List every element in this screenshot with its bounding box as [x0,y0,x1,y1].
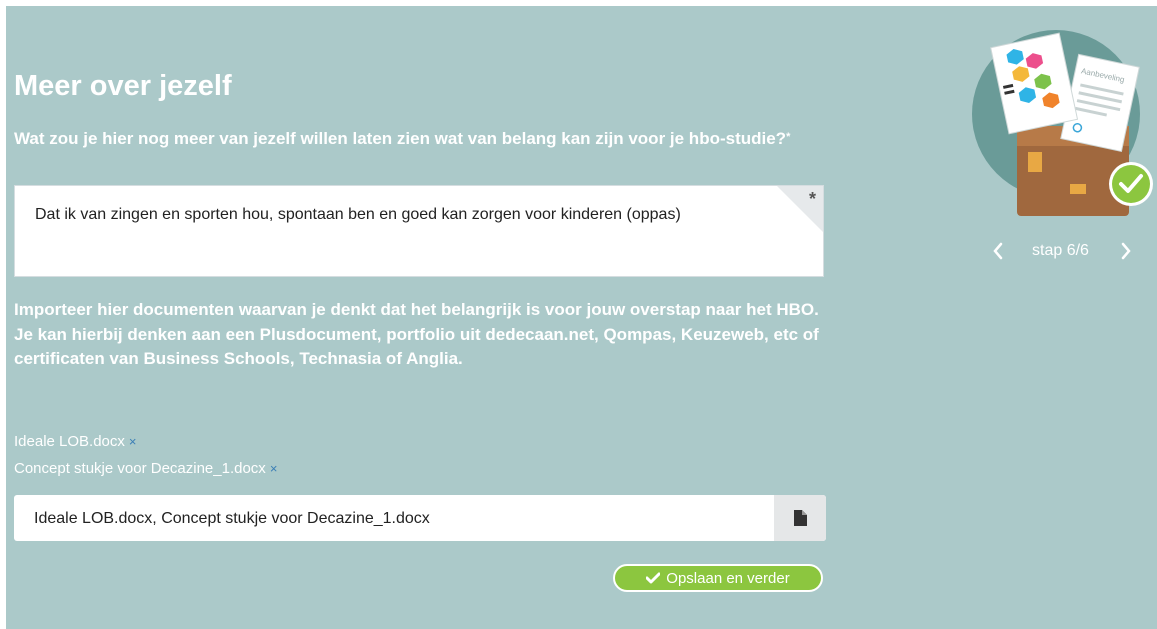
file-icon [793,510,807,526]
file-input-value: Ideale LOB.docx, Concept stukje voor Dec… [34,510,430,527]
question-label: Wat zou je hier nog meer van jezelf will… [14,127,814,151]
save-button-label: Opslaan en verder [666,569,790,587]
chevron-right-icon[interactable] [1120,242,1132,265]
file-list-item: Ideale LOB.docx × [14,428,277,455]
step-navigation: stap 6/6 [990,238,1140,268]
remove-file-icon[interactable]: × [129,434,137,449]
check-badge-icon [1109,162,1153,206]
file-upload-input[interactable]: Ideale LOB.docx, Concept stukje voor Dec… [14,495,826,541]
file-name: Ideale LOB.docx [14,433,125,450]
page-title: Meer over jezelf [14,70,232,102]
import-description: Importeer hier documenten waarvan je den… [14,300,819,368]
chevron-left-icon[interactable] [992,242,1004,265]
step-counter: stap 6/6 [1032,242,1089,259]
file-name: Concept stukje voor Decazine_1.docx [14,460,266,477]
file-list-item: Concept stukje voor Decazine_1.docx × [14,455,277,482]
save-and-continue-button[interactable]: Opslaan en verder [613,564,823,592]
remove-file-icon[interactable]: × [270,461,278,476]
check-icon [646,572,661,584]
left-edge-marker [0,226,4,238]
textarea-value: Dat ik van zingen en sporten hou, sponta… [35,206,681,223]
browse-file-button[interactable] [774,495,826,541]
required-asterisk: * [786,131,791,143]
required-corner [777,186,823,232]
uploaded-file-list: Ideale LOB.docx × Concept stukje voor Dec… [14,428,277,482]
progress-illustration: Aanbeveling [972,30,1153,216]
required-star-icon: * [808,189,816,209]
about-yourself-textarea[interactable]: Dat ik van zingen en sporten hou, sponta… [14,185,824,277]
question-text: Wat zou je hier nog meer van jezelf will… [14,129,787,148]
